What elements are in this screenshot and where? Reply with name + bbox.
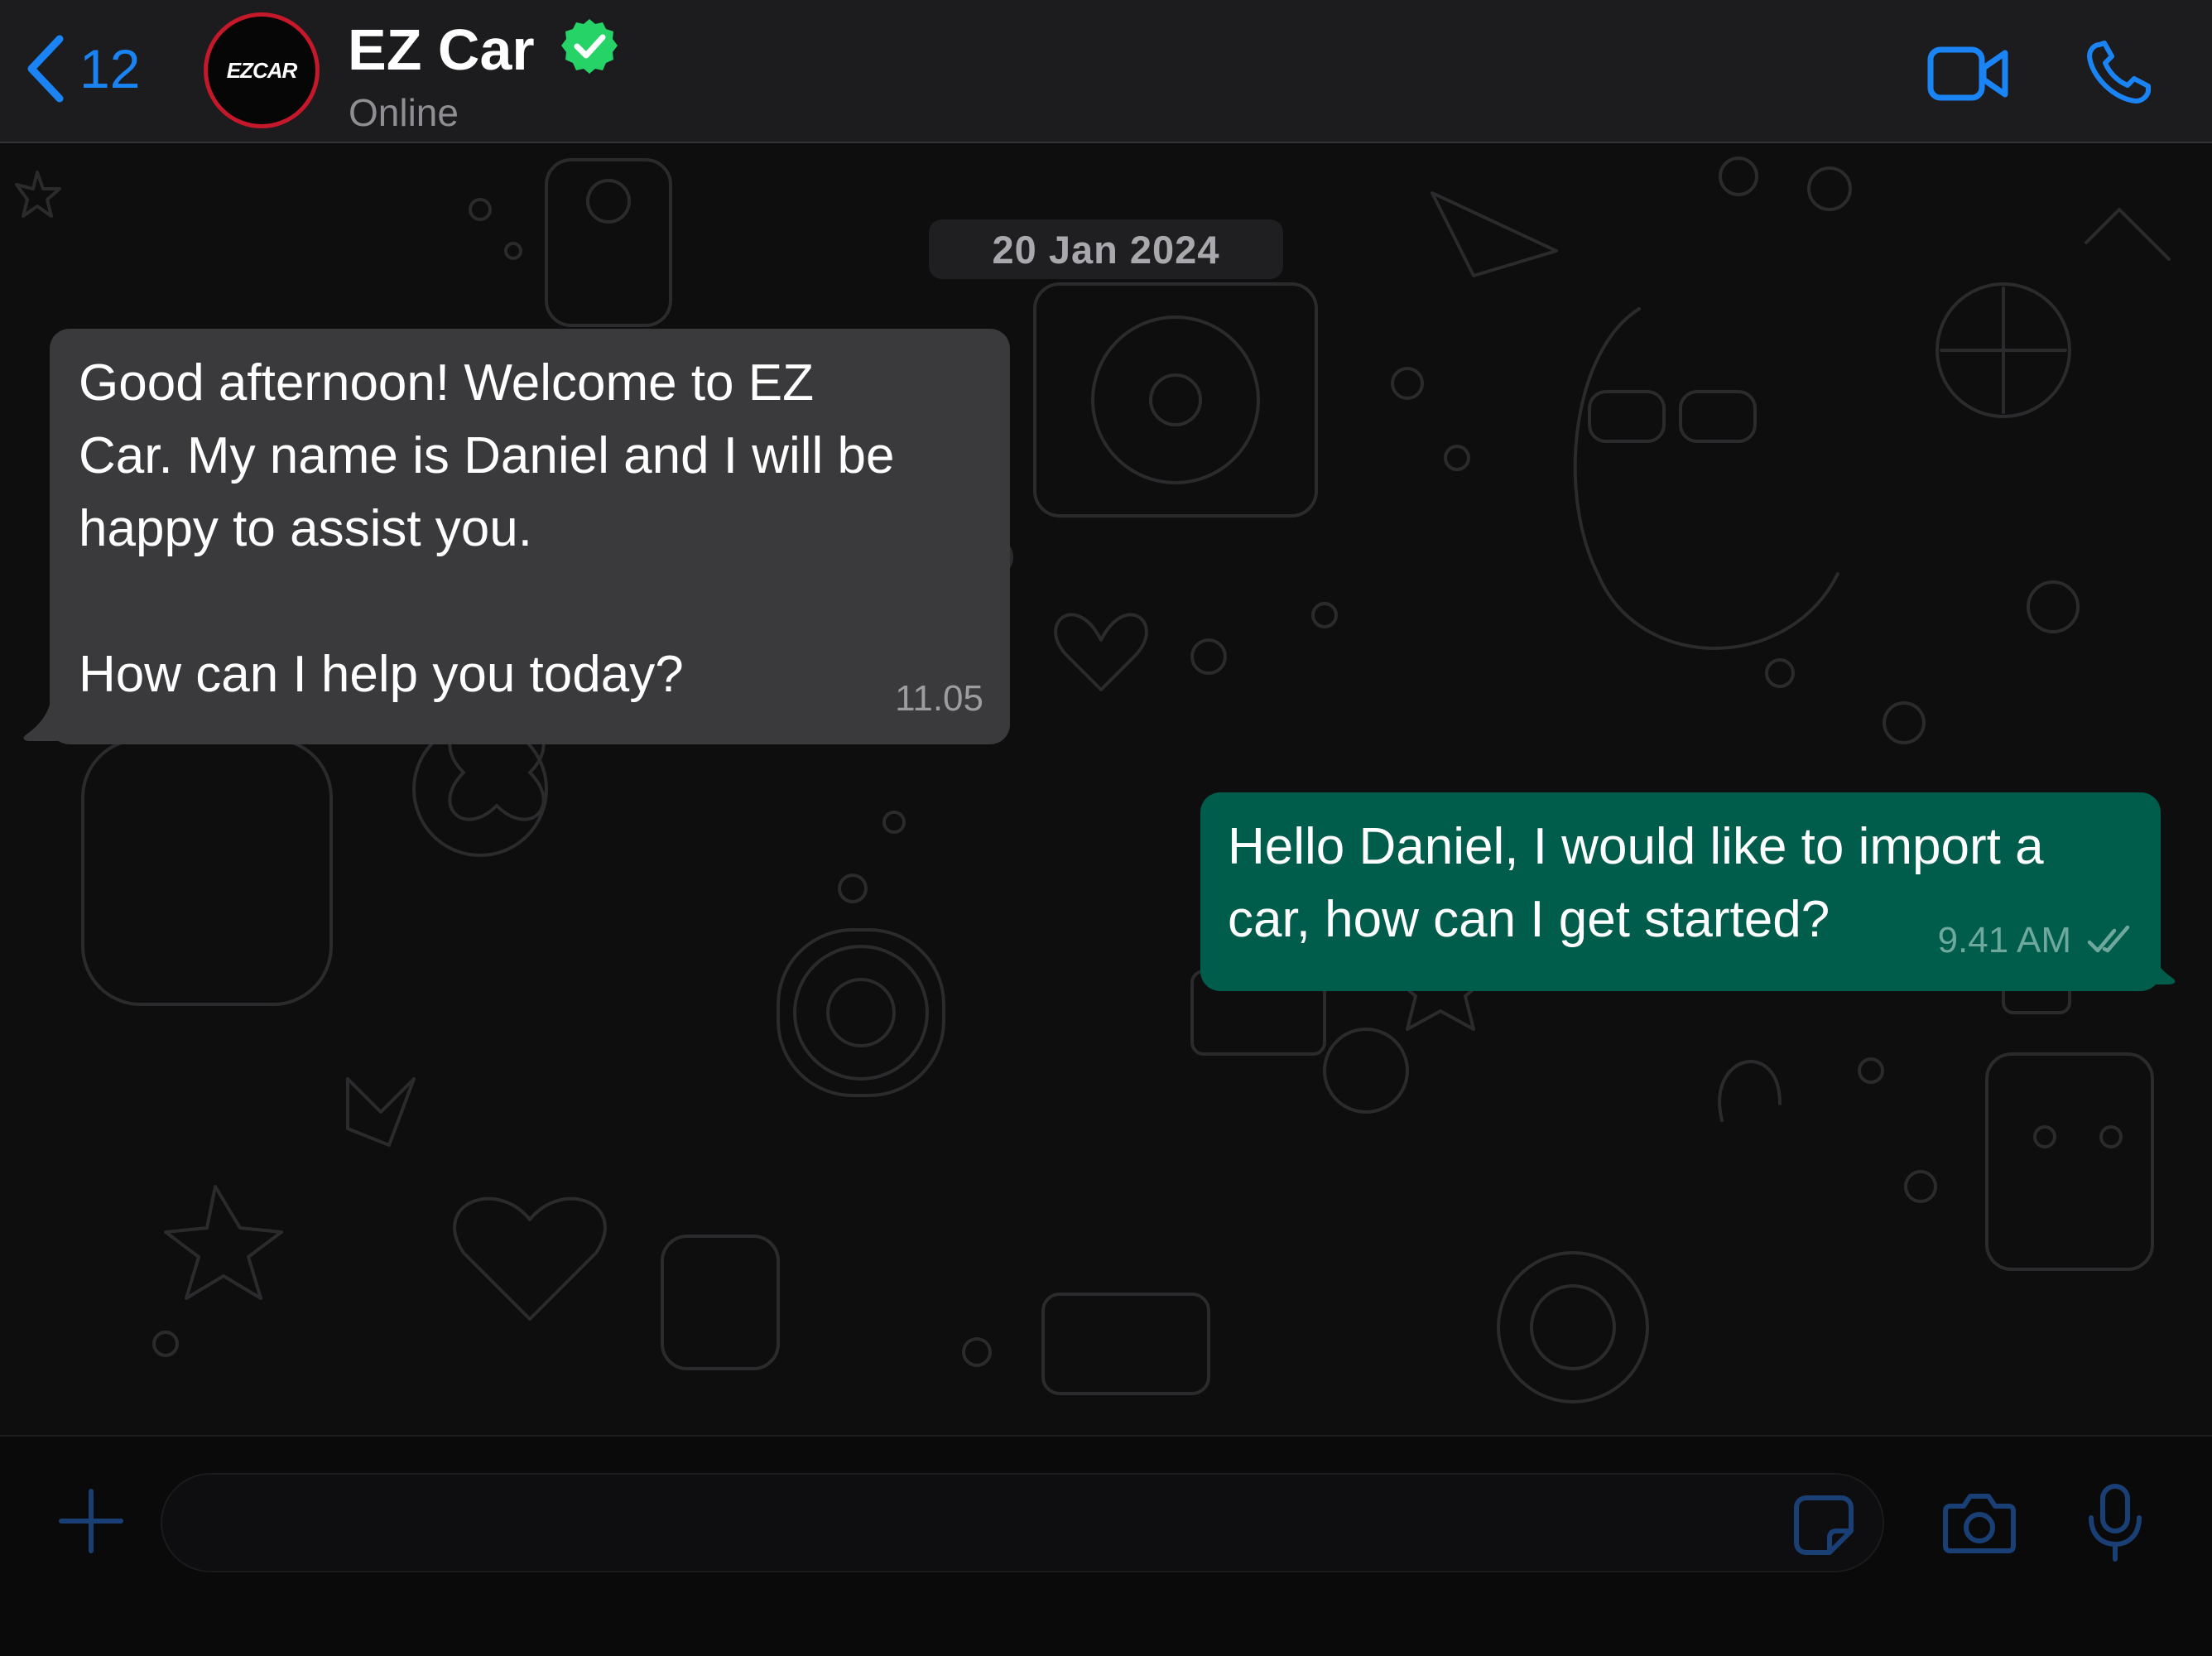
message-time: 11.05 [895,678,983,719]
message-text: Good afternoon! Welcome to EZ Car. My na… [79,354,895,703]
verified-badge-icon [560,17,619,80]
outgoing-message-bubble[interactable]: Hello Daniel, I would like to import a c… [1200,792,2161,991]
compose-bar [0,1435,2212,1656]
video-call-icon[interactable] [1927,43,2010,108]
sticker-icon[interactable] [1793,1495,1854,1560]
unread-count: 12 [79,38,141,99]
message-input[interactable] [161,1473,1884,1572]
phone-call-icon[interactable] [2085,40,2154,110]
ezcar-logo: EZCAR [226,57,298,83]
contact-avatar[interactable]: EZCAR [204,12,320,128]
microphone-icon[interactable] [2086,1483,2144,1567]
date-separator: 20 Jan 2024 [929,219,1283,279]
message-time: 9.41 AM [1937,920,2071,960]
chat-header: 12 EZCAR EZ Car Online [0,0,2212,143]
double-check-read-icon [2087,925,2130,953]
plus-icon[interactable] [56,1486,126,1560]
chevron-left-icon [25,34,66,104]
incoming-message-bubble[interactable]: Good afternoon! Welcome to EZ Car. My na… [50,329,1010,744]
camera-icon[interactable] [1942,1491,2017,1558]
whatsapp-chat-window: 12 EZCAR EZ Car Online 20 Jan 2024 Good … [0,0,2212,1656]
contact-name[interactable]: EZ Car [348,15,535,84]
message-meta: 9.41 AM [1938,920,2136,961]
back-button[interactable]: 12 [25,31,140,106]
contact-status: Online [349,91,459,134]
chat-area[interactable]: 20 Jan 2024 Good afternoon! Welcome to E… [0,143,2212,1435]
